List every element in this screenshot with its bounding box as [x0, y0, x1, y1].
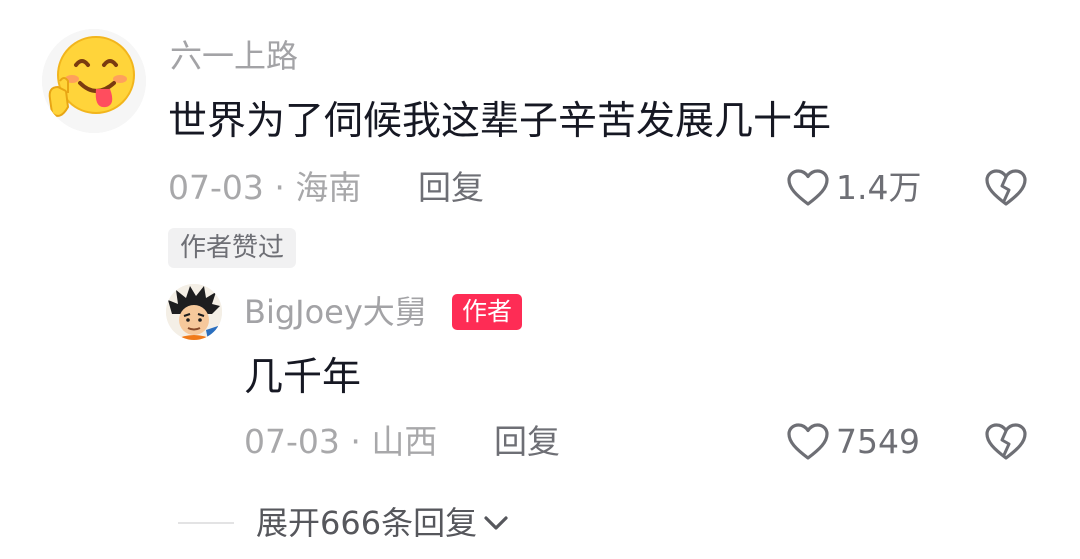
cartoon-character-avatar-icon [166, 284, 222, 340]
author-tag: 作者 [452, 294, 523, 330]
broken-heart-icon [985, 169, 1027, 206]
commenter-username[interactable]: 六一上路 [170, 36, 298, 76]
smiley-tongue-emoji-icon [42, 29, 146, 133]
heart-outline-icon [787, 423, 829, 460]
comment-reply-button[interactable]: 回复 [418, 166, 484, 210]
expand-divider [178, 522, 234, 524]
reply-date-location: 07-03 · 山西 [244, 422, 438, 461]
comment-text: 世界为了伺候我这辈子辛苦发展几十年 [168, 99, 832, 144]
replier-username[interactable]: BigJoey大舅 [244, 292, 427, 332]
chevron-down-icon [483, 514, 509, 532]
commenter-avatar[interactable] [42, 29, 146, 133]
expand-replies-label: 展开666条回复 [256, 504, 478, 542]
reply-reply-button[interactable]: 回复 [494, 420, 560, 464]
comment-like-button[interactable]: 1.4万 [786, 166, 921, 210]
reply-like-count: 7549 [836, 422, 920, 461]
broken-heart-icon [985, 423, 1027, 460]
reply-dislike-button[interactable] [984, 420, 1028, 464]
heart-outline-icon [787, 169, 829, 206]
author-liked-badge: 作者赞过 [168, 228, 297, 268]
comment-date-location: 07-03 · 海南 [168, 168, 362, 207]
reply-text: 几千年 [244, 355, 362, 400]
comment-dislike-button[interactable] [984, 166, 1028, 210]
expand-replies-button[interactable]: 展开666条回复 [256, 500, 509, 546]
replier-avatar[interactable] [166, 284, 222, 340]
reply-like-button[interactable]: 7549 [786, 420, 920, 464]
comment-like-count: 1.4万 [836, 168, 922, 207]
